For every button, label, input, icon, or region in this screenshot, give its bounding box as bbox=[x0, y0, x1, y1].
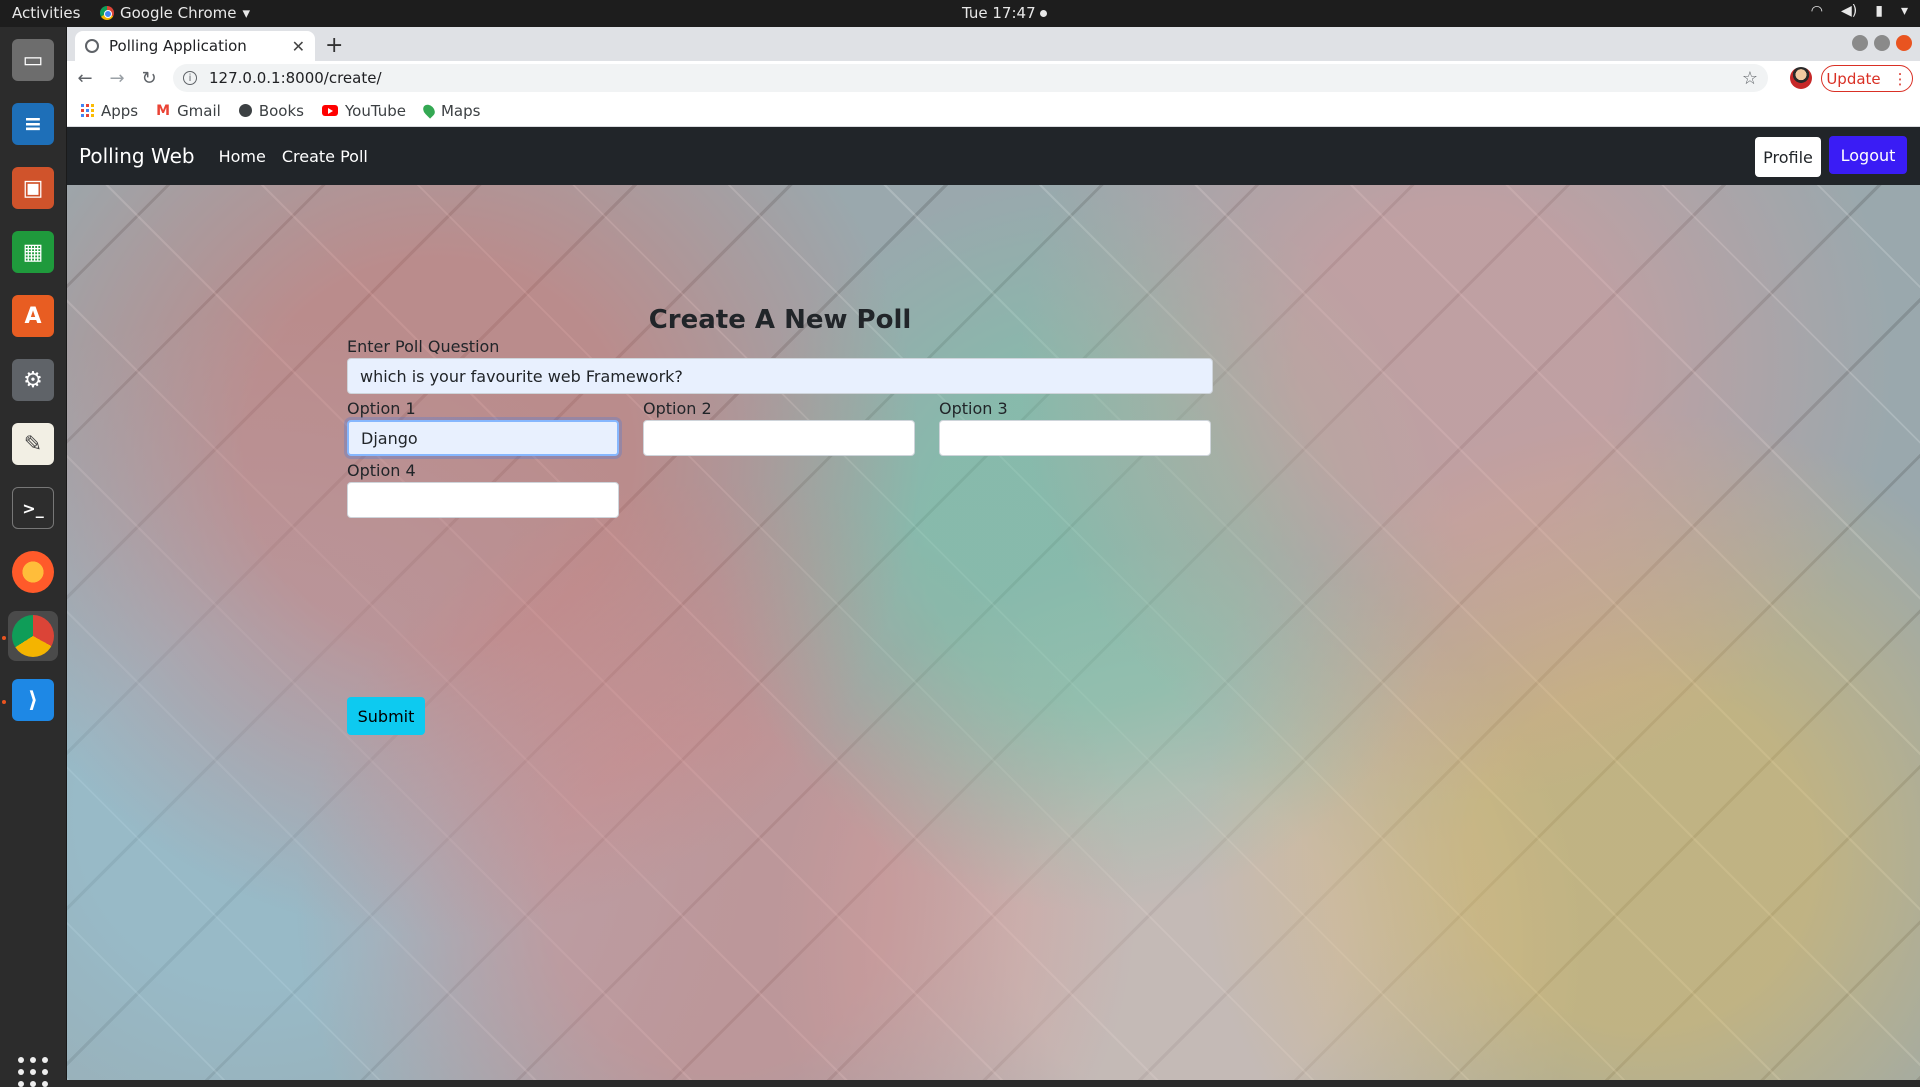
option3-input[interactable] bbox=[939, 420, 1211, 456]
chrome-icon bbox=[12, 615, 54, 657]
question-input[interactable] bbox=[347, 358, 1213, 394]
bookmark-books[interactable]: Books bbox=[238, 101, 304, 120]
running-indicator bbox=[2, 636, 6, 640]
option1-label: Option 1 bbox=[347, 399, 416, 418]
youtube-icon bbox=[321, 105, 338, 116]
notification-dot-icon bbox=[1039, 10, 1047, 17]
dock-terminal[interactable]: >_ bbox=[8, 483, 58, 533]
software-bag-icon: A bbox=[12, 295, 54, 337]
option4-label: Option 4 bbox=[347, 461, 416, 480]
dock-settings[interactable]: ⚙ bbox=[8, 355, 58, 405]
bookmark-gmail[interactable]: M Gmail bbox=[156, 102, 221, 120]
system-tray[interactable]: ◠ ◀) ▮ ▾ bbox=[1811, 3, 1908, 19]
option1-input[interactable] bbox=[347, 420, 619, 456]
nav-link-create-poll[interactable]: Create Poll bbox=[282, 147, 368, 166]
wifi-icon: ◠ bbox=[1810, 3, 1824, 19]
app-menu-label: Google Chrome bbox=[120, 4, 237, 22]
file-cabinet-icon: ▭ bbox=[12, 39, 54, 81]
navbar-brand[interactable]: Polling Web bbox=[79, 144, 195, 168]
gmail-icon: M bbox=[156, 102, 171, 119]
chrome-icon bbox=[100, 6, 114, 20]
maps-pin-icon bbox=[420, 102, 438, 119]
chrome-window: Polling Application ✕ + ← → ↻ i 127.0.0.… bbox=[67, 27, 1920, 1080]
minimize-icon[interactable] bbox=[1852, 35, 1868, 51]
option2-input[interactable] bbox=[643, 420, 915, 456]
nav-link-home[interactable]: Home bbox=[219, 147, 266, 166]
dock-files[interactable]: ▭ bbox=[8, 35, 58, 85]
reload-icon[interactable]: ↻ bbox=[135, 68, 163, 89]
bookmark-youtube[interactable]: YouTube bbox=[321, 101, 406, 120]
volume-icon: ◀) bbox=[1841, 3, 1858, 19]
dock-software[interactable]: A bbox=[8, 291, 58, 341]
running-indicator bbox=[2, 700, 6, 704]
dock-calc[interactable]: ▦ bbox=[8, 227, 58, 277]
presentation-icon: ▣ bbox=[12, 167, 54, 209]
dock-text-editor[interactable]: ✎ bbox=[8, 419, 58, 469]
battery-icon: ▮ bbox=[1875, 3, 1883, 19]
logout-button[interactable]: Logout bbox=[1829, 136, 1907, 174]
notepad-icon: ✎ bbox=[12, 423, 54, 465]
terminal-icon: >_ bbox=[12, 487, 54, 529]
more-vert-icon: ⋮ bbox=[1892, 69, 1908, 88]
dock: ▭ ≡ ▣ ▦ A ⚙ ✎ >_ ⟩ bbox=[0, 27, 67, 1087]
option2-label: Option 2 bbox=[643, 399, 712, 418]
url-text: 127.0.0.1:8000/create/ bbox=[209, 69, 382, 87]
bookmark-label: Maps bbox=[440, 101, 481, 120]
option4-input[interactable] bbox=[347, 482, 619, 518]
document-icon: ≡ bbox=[12, 103, 54, 145]
bookmark-label: Books bbox=[258, 101, 304, 120]
close-icon[interactable]: ✕ bbox=[292, 37, 305, 56]
tile-background: Create A New Poll Enter Poll Question Op… bbox=[67, 185, 1920, 1080]
site-navbar: Polling Web Home Create Poll Profile Log… bbox=[67, 127, 1920, 185]
option3-label: Option 3 bbox=[939, 399, 1008, 418]
forward-icon[interactable]: → bbox=[103, 68, 131, 89]
dock-vscode[interactable]: ⟩ bbox=[8, 675, 58, 725]
dock-impress[interactable]: ▣ bbox=[8, 163, 58, 213]
spreadsheet-icon: ▦ bbox=[12, 231, 54, 273]
window-controls bbox=[1852, 35, 1912, 51]
apps-grid-icon bbox=[81, 104, 94, 117]
system-top-bar: Activities Google Chrome ▾ Tue 17:47 ◠ ◀… bbox=[0, 0, 1920, 27]
books-icon bbox=[238, 104, 252, 117]
back-icon[interactable]: ← bbox=[71, 68, 99, 89]
clock-label: Tue 17:47 bbox=[962, 4, 1036, 22]
submit-button[interactable]: Submit bbox=[347, 697, 425, 735]
tab-polling-application[interactable]: Polling Application ✕ bbox=[75, 31, 315, 61]
dock-writer[interactable]: ≡ bbox=[8, 99, 58, 149]
close-window-icon[interactable] bbox=[1896, 35, 1912, 51]
profile-button[interactable]: Profile bbox=[1755, 137, 1821, 177]
page-title: Create A New Poll bbox=[648, 305, 912, 335]
settings-tools-icon: ⚙ bbox=[12, 359, 54, 401]
clock[interactable]: Tue 17:47 bbox=[962, 4, 1047, 22]
tab-strip: Polling Application ✕ + bbox=[67, 27, 1920, 61]
firefox-icon bbox=[12, 551, 54, 593]
bookmark-apps[interactable]: Apps bbox=[81, 102, 138, 120]
chevron-down-icon: ▾ bbox=[1900, 3, 1908, 19]
bookmark-label: Apps bbox=[101, 101, 139, 120]
bookmark-label: YouTube bbox=[344, 101, 406, 120]
address-bar[interactable]: i 127.0.0.1:8000/create/ ☆ bbox=[173, 64, 1768, 92]
update-button[interactable]: Update ⋮ bbox=[1821, 65, 1913, 92]
chevron-down-icon: ▾ bbox=[242, 4, 251, 22]
maximize-icon[interactable] bbox=[1874, 35, 1890, 51]
app-menu[interactable]: Google Chrome ▾ bbox=[100, 4, 250, 22]
dock-firefox[interactable] bbox=[8, 547, 58, 597]
activities-button[interactable]: Activities bbox=[12, 4, 80, 22]
show-applications-icon[interactable] bbox=[18, 1057, 48, 1087]
web-page: Polling Web Home Create Poll Profile Log… bbox=[67, 127, 1920, 1080]
info-icon[interactable]: i bbox=[183, 71, 197, 85]
question-label: Enter Poll Question bbox=[347, 337, 500, 356]
bookmark-label: Gmail bbox=[177, 101, 221, 120]
update-label: Update bbox=[1826, 69, 1881, 88]
globe-icon bbox=[85, 39, 99, 53]
tab-title: Polling Application bbox=[109, 37, 247, 55]
browser-toolbar: ← → ↻ i 127.0.0.1:8000/create/ ☆ Update … bbox=[67, 61, 1920, 95]
bookmark-star-icon[interactable]: ☆ bbox=[1742, 68, 1758, 89]
profile-avatar[interactable] bbox=[1790, 67, 1812, 89]
dock-chrome[interactable] bbox=[8, 611, 58, 661]
vscode-icon: ⟩ bbox=[12, 679, 54, 721]
new-tab-button[interactable]: + bbox=[325, 33, 343, 58]
bookmark-maps[interactable]: Maps bbox=[420, 101, 481, 120]
bookmarks-bar: Apps M Gmail Books YouTube Maps bbox=[67, 95, 1920, 127]
